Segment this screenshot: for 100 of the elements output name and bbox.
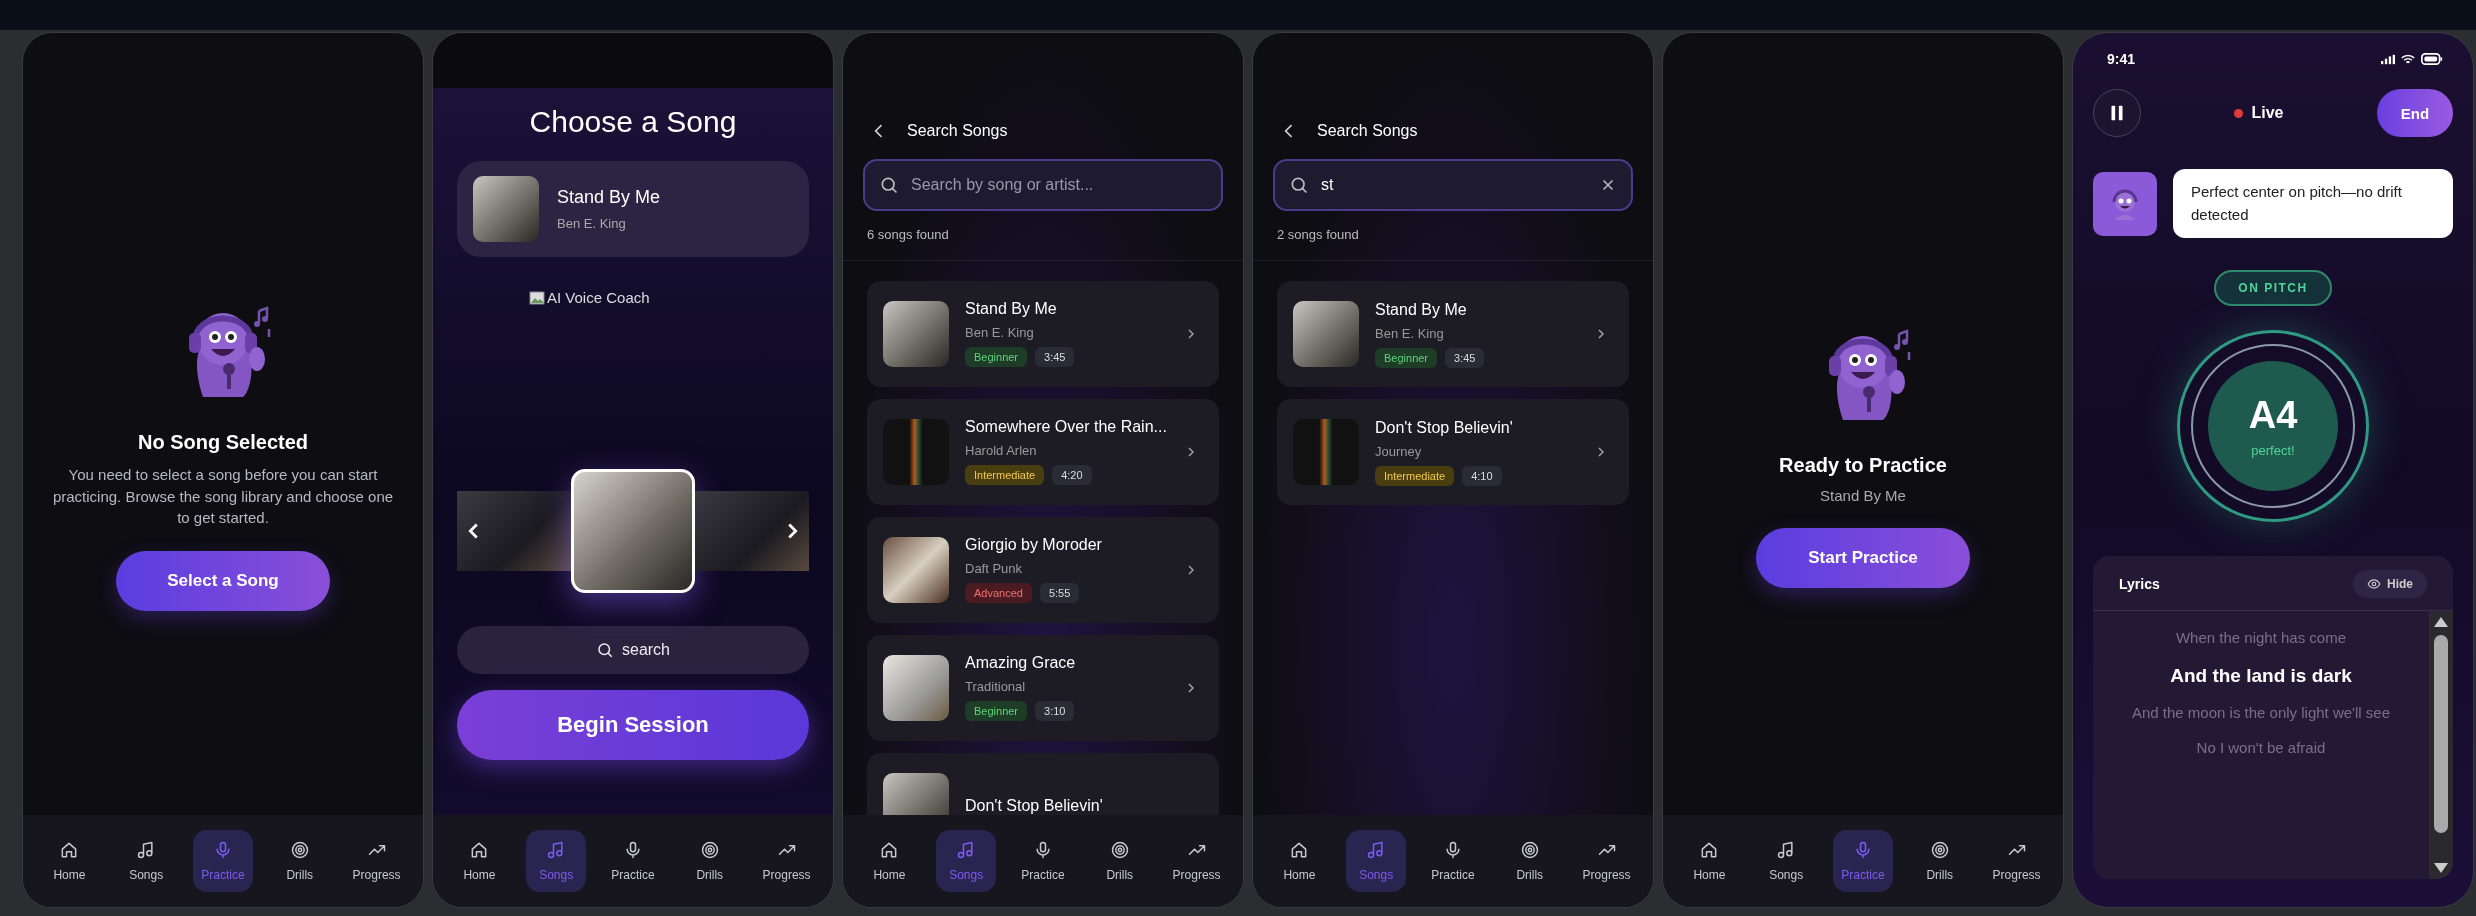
album-cover-placeholder xyxy=(883,536,949,603)
song-artist: Ben E. King xyxy=(1375,325,1445,341)
album-cover-placeholder xyxy=(883,418,949,485)
screen-title: Choose a Song xyxy=(529,105,737,139)
difficulty-tag: Beginner xyxy=(965,701,1028,722)
duration-tag: 4:20 xyxy=(1052,465,1092,486)
lyric-line: When the night has come xyxy=(2175,628,2347,648)
album-cover-placeholder xyxy=(883,300,949,367)
nav-tab[interactable]: Home xyxy=(859,830,920,892)
difficulty-tag: Advanced xyxy=(965,583,1032,604)
nav-tab[interactable]: Home xyxy=(1679,830,1740,892)
song-title: Amazing Grace xyxy=(965,654,1077,673)
battery-icon xyxy=(2421,53,2443,65)
song-card[interactable]: Don't Stop Believin' Journey Intermediate 4:10 xyxy=(1277,399,1629,505)
song-card[interactable]: Giorgio by Moroder Daft Punk Advanced 5:55 xyxy=(867,516,1219,623)
coach-message: Perfect center on pitch—no drift detected xyxy=(2173,169,2453,238)
nav-tab[interactable]: Songs xyxy=(1756,830,1817,892)
song-artist: Ben E. King xyxy=(557,216,627,231)
nav-tab[interactable]: Home xyxy=(39,830,100,892)
song-card[interactable]: Don't Stop Believin' xyxy=(867,752,1219,815)
eye-icon xyxy=(2367,577,2381,591)
search-icon xyxy=(596,641,614,659)
signal-icon xyxy=(2381,53,2395,65)
nav-tab[interactable]: Drills xyxy=(1499,830,1560,892)
search-field[interactable]: st xyxy=(1273,159,1633,211)
search-icon xyxy=(879,175,899,195)
song-name: Stand By Me xyxy=(1820,487,1906,504)
nav-tab[interactable]: Progress xyxy=(1166,830,1227,892)
song-card[interactable]: Stand By Me Ben E. King Beginner 3:45 xyxy=(867,280,1219,387)
pause-button[interactable] xyxy=(2093,89,2141,137)
status-time: 9:41 xyxy=(2107,51,2136,67)
album-cover-placeholder xyxy=(1293,419,1359,485)
live-label: Live xyxy=(2251,104,2284,122)
nav-tab[interactable]: Home xyxy=(1269,830,1330,892)
result-count: 6 songs found xyxy=(866,226,950,242)
song-card[interactable]: Amazing Grace Traditional Beginner 3:10 xyxy=(867,634,1219,741)
search-field[interactable]: Search by song or artist... xyxy=(863,159,1223,211)
nav-tab[interactable]: Progress xyxy=(1986,830,2047,892)
target-icon xyxy=(289,840,310,860)
album-cover-placeholder[interactable] xyxy=(571,469,695,593)
target-icon xyxy=(1519,840,1540,860)
selected-song-card[interactable]: Stand By Me Ben E. King xyxy=(457,161,809,257)
duration-tag: 4:10 xyxy=(1462,465,1502,486)
nav-tab[interactable]: Progress xyxy=(346,830,407,892)
song-title: Stand By Me xyxy=(965,300,1058,319)
begin-session-button[interactable]: Begin Session xyxy=(457,690,809,760)
difficulty-tag: Beginner xyxy=(965,347,1028,368)
song-title: Stand By Me xyxy=(1375,300,1468,319)
end-button[interactable]: End xyxy=(2377,89,2453,137)
song-artist: Journey xyxy=(1375,443,1423,459)
lyric-line: And the moon is the only light we'll see xyxy=(2132,703,2390,723)
note-feedback: perfect! xyxy=(2251,443,2295,458)
nav-tab[interactable]: Drills xyxy=(679,830,740,892)
nav-tab[interactable]: Drills xyxy=(1909,830,1970,892)
difficulty-tag: Intermediate xyxy=(1375,465,1455,486)
song-artist: Traditional xyxy=(965,679,1027,695)
target-icon xyxy=(1109,840,1130,860)
note-name: A4 xyxy=(2248,394,2298,437)
primary-button[interactable]: Start Practice xyxy=(1756,528,1970,588)
song-artist: Daft Punk xyxy=(965,561,1024,577)
song-card[interactable]: Somewhere Over the Rain... Harold Arlen Intermediate 4:20 xyxy=(867,398,1219,505)
microphone-icon xyxy=(1853,840,1873,860)
song-card[interactable]: Stand By Me Ben E. King Beginner 3:45 xyxy=(1277,281,1629,387)
nav-tab[interactable]: Practice xyxy=(1423,830,1483,892)
search-icon xyxy=(1289,175,1309,195)
album-cover-placeholder xyxy=(883,654,949,721)
nav-tab[interactable]: Progress xyxy=(1576,830,1637,892)
result-count: 2 songs found xyxy=(1276,226,1360,242)
nav-tab[interactable]: Drills xyxy=(1089,830,1150,892)
live-dot-icon xyxy=(2234,108,2244,118)
song-title: Don't Stop Believin' xyxy=(1375,418,1514,437)
scrollbar[interactable] xyxy=(2429,611,2453,879)
mascot-avatar xyxy=(2093,171,2157,236)
nav-tab[interactable]: Progress xyxy=(756,830,817,892)
search-button[interactable]: search xyxy=(457,626,809,674)
prompt-title: Ready to Practice xyxy=(1779,454,1947,477)
duration-tag: 3:10 xyxy=(1035,701,1075,722)
broken-image-icon xyxy=(529,289,545,306)
target-icon xyxy=(699,840,720,860)
nav-tab[interactable]: Practice xyxy=(1013,830,1073,892)
song-title: Don't Stop Believin' xyxy=(965,796,1104,815)
microphone-icon xyxy=(213,840,233,860)
prompt-message: You need to select a song before you can start practicing. Browse the song library and choose one to get started. xyxy=(51,464,395,529)
song-artist: Harold Arlen xyxy=(965,443,1038,459)
duration-tag: 3:45 xyxy=(1035,347,1075,368)
nav-tab[interactable]: Drills xyxy=(269,830,330,892)
nav-tab[interactable]: Practice xyxy=(603,830,663,892)
difficulty-tag: Intermediate xyxy=(965,465,1045,486)
microphone-icon xyxy=(623,840,643,860)
album-cover-placeholder xyxy=(1293,301,1359,367)
song-title: Giorgio by Moroder xyxy=(965,536,1103,555)
primary-button[interactable]: Select a Song xyxy=(116,551,330,612)
duration-tag: 5:55 xyxy=(1039,583,1080,604)
target-icon xyxy=(1929,840,1950,860)
nav-tab[interactable]: Songs xyxy=(116,830,177,892)
hide-button[interactable]: Hide xyxy=(2353,570,2427,598)
song-title: Somewhere Over the Rain... xyxy=(965,418,1167,437)
microphone-icon xyxy=(1033,840,1053,860)
nav-tab[interactable]: Home xyxy=(449,830,510,892)
duration-tag: 3:45 xyxy=(1445,347,1485,368)
